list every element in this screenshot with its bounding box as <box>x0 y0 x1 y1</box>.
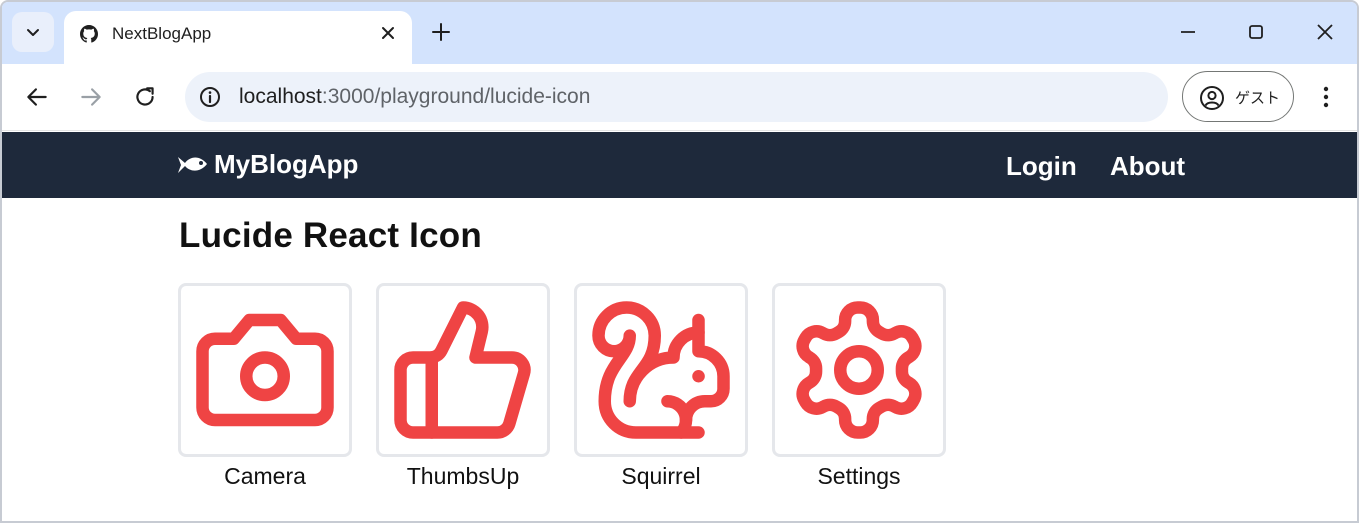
new-tab-plus-icon[interactable] <box>430 21 452 43</box>
forward-arrow-icon[interactable] <box>78 84 104 110</box>
icon-label-squirrel: Squirrel <box>621 463 701 489</box>
brand-name: MyBlogApp <box>214 149 359 179</box>
window-close-icon[interactable] <box>1313 20 1337 44</box>
icon-card-camera <box>178 283 352 457</box>
tab-strip: NextBlogApp <box>2 2 1357 64</box>
profile-label: ゲスト <box>1235 90 1281 107</box>
minimize-icon[interactable] <box>1176 20 1200 44</box>
tab-title: NextBlogApp <box>112 24 212 43</box>
info-icon[interactable] <box>199 86 221 108</box>
tab-search-button[interactable] <box>12 12 54 52</box>
active-tab[interactable]: NextBlogApp <box>64 11 412 64</box>
more-vert-icon[interactable] <box>1314 84 1338 110</box>
close-icon[interactable] <box>378 23 398 43</box>
nav-login-link[interactable]: Login <box>1006 151 1077 182</box>
camera-icon <box>196 313 334 427</box>
icon-card-squirrel <box>574 283 748 457</box>
github-icon <box>80 25 98 43</box>
account-circle-icon <box>1200 86 1224 110</box>
icon-label-thumbs-up: ThumbsUp <box>406 463 520 489</box>
icon-label-settings: Settings <box>817 463 901 489</box>
reload-icon[interactable] <box>132 84 158 110</box>
icon-card-thumbs-up <box>376 283 550 457</box>
thumbs-up-icon <box>394 301 531 439</box>
chevron-down-icon <box>27 29 39 36</box>
icon-card-settings <box>772 283 946 457</box>
url-path: :3000/playground/lucide-icon <box>321 85 591 108</box>
site-navbar: MyBlogApp Login About <box>2 132 1357 198</box>
page-title: Lucide React Icon <box>179 216 482 255</box>
fish-icon <box>178 156 207 173</box>
icon-label-camera: Camera <box>224 463 306 489</box>
url-host: localhost <box>239 85 322 108</box>
back-arrow-icon[interactable] <box>24 84 50 110</box>
browser-window: NextBlogApp localhost:3000/playground/lu… <box>0 0 1359 523</box>
maximize-icon[interactable] <box>1244 20 1268 44</box>
address-bar[interactable]: localhost:3000/playground/lucide-icon <box>185 72 1168 122</box>
squirrel-icon <box>592 301 730 439</box>
profile-button[interactable]: ゲスト <box>1182 71 1294 122</box>
page-viewport: MyBlogApp Login About Lucide React Icon … <box>2 132 1357 521</box>
browser-toolbar: localhost:3000/playground/lucide-icon ゲス… <box>2 64 1357 131</box>
brand-link[interactable]: MyBlogApp <box>176 149 358 180</box>
url-text: localhost:3000/playground/lucide-icon <box>239 85 590 109</box>
settings-icon <box>796 301 922 439</box>
nav-about-link[interactable]: About <box>1110 151 1185 182</box>
